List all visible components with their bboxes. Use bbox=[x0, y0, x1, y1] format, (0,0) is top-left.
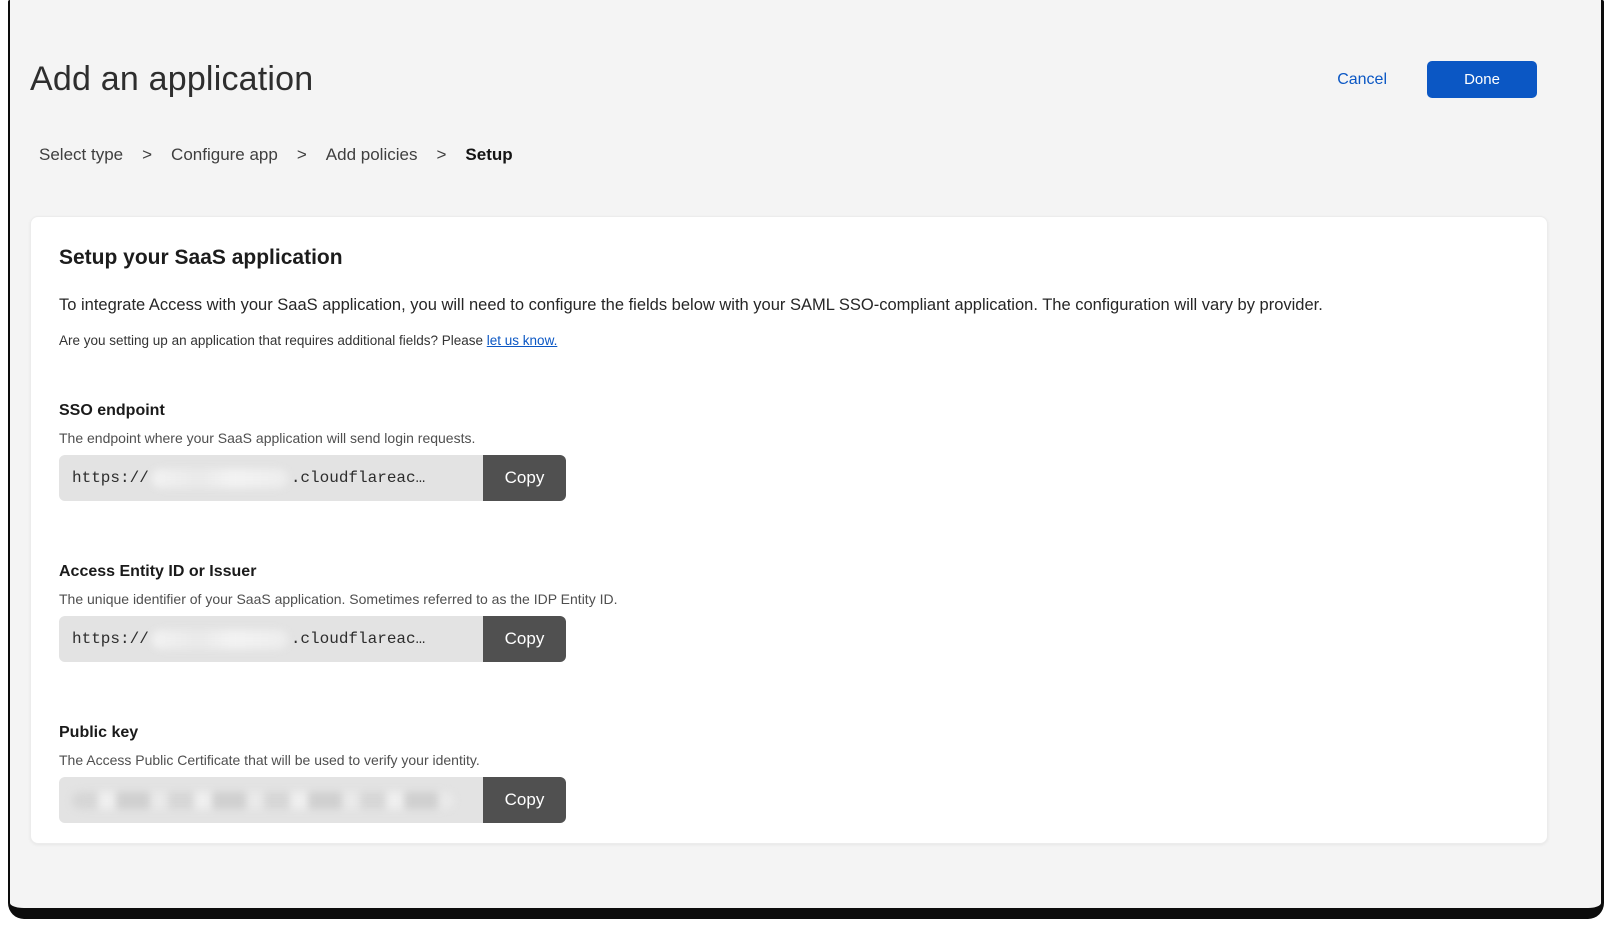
breadcrumb-step-add-policies[interactable]: Add policies bbox=[326, 145, 418, 165]
sso-endpoint-label: SSO endpoint bbox=[59, 402, 1519, 420]
done-button[interactable]: Done bbox=[1427, 61, 1537, 98]
breadcrumb-separator: > bbox=[142, 145, 152, 165]
sso-endpoint-description: The endpoint where your SaaS application… bbox=[59, 430, 1519, 446]
setup-saas-card: Setup your SaaS application To integrate… bbox=[30, 216, 1548, 844]
card-intro: To integrate Access with your SaaS appli… bbox=[59, 293, 1519, 317]
card-note: Are you setting up an application that r… bbox=[59, 333, 1519, 348]
entity-id-value: https:// .cloudflareac… bbox=[59, 616, 483, 662]
entity-id-value-row: https:// .cloudflareac… Copy bbox=[59, 616, 566, 662]
value-suffix: .cloudflareac… bbox=[291, 469, 425, 487]
public-key-value bbox=[59, 777, 483, 823]
redacted-value-blur bbox=[152, 630, 288, 649]
breadcrumb-step-select-type[interactable]: Select type bbox=[39, 145, 123, 165]
public-key-label: Public key bbox=[59, 724, 1519, 742]
header-actions: Cancel Done bbox=[1337, 61, 1537, 98]
redacted-value-blur bbox=[152, 469, 288, 488]
field-section-public-key: Public key The Access Public Certificate… bbox=[59, 724, 1519, 823]
breadcrumb-step-setup: Setup bbox=[465, 145, 512, 165]
entity-id-label: Access Entity ID or Issuer bbox=[59, 563, 1519, 581]
value-prefix: https:// bbox=[72, 469, 149, 487]
card-title: Setup your SaaS application bbox=[59, 246, 1519, 270]
page-title: Add an application bbox=[30, 60, 313, 99]
breadcrumb-separator: > bbox=[436, 145, 446, 165]
sso-endpoint-value: https:// .cloudflareac… bbox=[59, 455, 483, 501]
public-key-description: The Access Public Certificate that will … bbox=[59, 752, 1519, 768]
let-us-know-link[interactable]: let us know. bbox=[487, 333, 558, 348]
field-section-entity-id: Access Entity ID or Issuer The unique id… bbox=[59, 563, 1519, 662]
redacted-value-blur bbox=[72, 792, 454, 809]
page-header: Add an application Cancel Done bbox=[30, 60, 1537, 99]
app-window: Add an application Cancel Done Select ty… bbox=[8, 0, 1604, 919]
public-key-copy-button[interactable]: Copy bbox=[483, 777, 566, 823]
public-key-value-row: Copy bbox=[59, 777, 566, 823]
cancel-button[interactable]: Cancel bbox=[1337, 71, 1387, 89]
field-section-sso-endpoint: SSO endpoint The endpoint where your Saa… bbox=[59, 402, 1519, 501]
value-prefix: https:// bbox=[72, 630, 149, 648]
breadcrumb: Select type > Configure app > Add polici… bbox=[30, 145, 1537, 165]
add-application-page: Add an application Cancel Done Select ty… bbox=[10, 60, 1601, 844]
breadcrumb-separator: > bbox=[297, 145, 307, 165]
entity-id-copy-button[interactable]: Copy bbox=[483, 616, 566, 662]
card-note-text: Are you setting up an application that r… bbox=[59, 333, 487, 348]
breadcrumb-step-configure-app[interactable]: Configure app bbox=[171, 145, 278, 165]
sso-endpoint-copy-button[interactable]: Copy bbox=[483, 455, 566, 501]
sso-endpoint-value-row: https:// .cloudflareac… Copy bbox=[59, 455, 566, 501]
entity-id-description: The unique identifier of your SaaS appli… bbox=[59, 591, 1519, 607]
value-suffix: .cloudflareac… bbox=[291, 630, 425, 648]
